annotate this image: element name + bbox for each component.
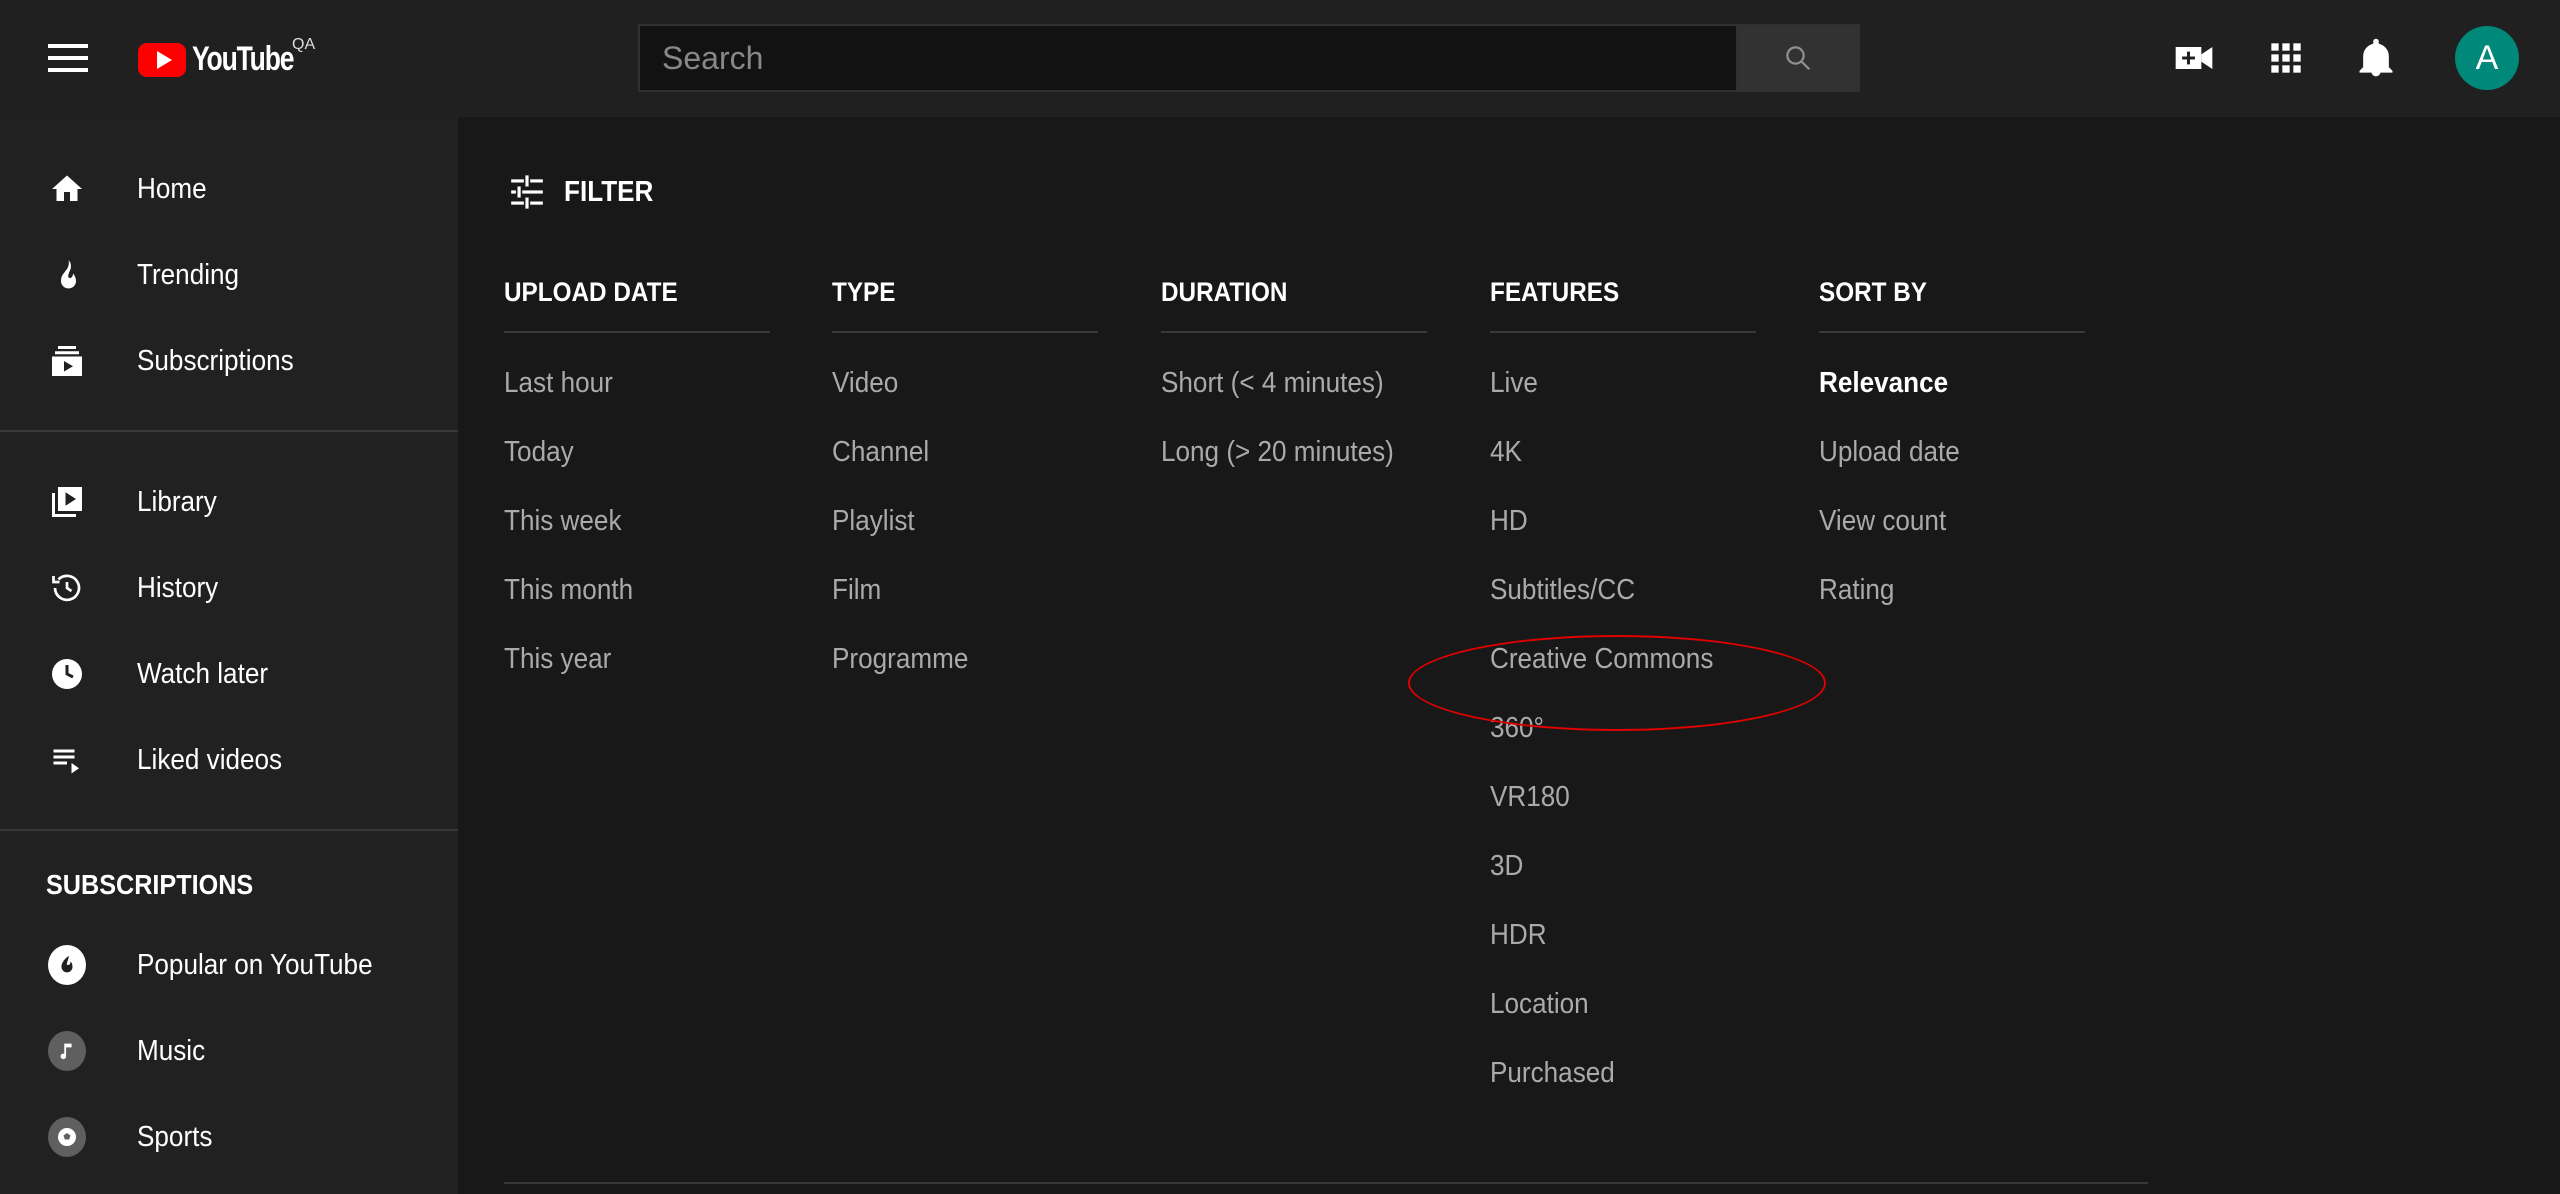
filter-option-creative-commons[interactable]: Creative Commons: [1490, 639, 1729, 708]
avatar[interactable]: A: [2455, 26, 2519, 90]
library-icon: [48, 483, 86, 521]
sidebar-item-home[interactable]: Home: [0, 147, 458, 231]
logo-badge: QA: [292, 36, 316, 53]
sidebar-item-label: Music: [137, 1034, 206, 1067]
filter-option-location[interactable]: Location: [1490, 984, 1729, 1053]
home-icon: [48, 170, 86, 208]
youtube-play-icon: [138, 42, 186, 77]
sidebar-item-label: Liked videos: [137, 743, 283, 776]
sidebar-item-popular[interactable]: Popular on YouTube: [0, 923, 458, 1007]
filter-option-live[interactable]: Live: [1490, 363, 1729, 432]
create-video-icon[interactable]: [2172, 36, 2216, 80]
sidebar-item-music[interactable]: Music: [0, 1009, 458, 1093]
filter-option-this-month[interactable]: This month: [504, 570, 743, 639]
sort-option-upload-date[interactable]: Upload date: [1819, 432, 2058, 501]
column-divider: [504, 331, 770, 333]
filter-option-last-hour[interactable]: Last hour: [504, 363, 743, 432]
filter-column-heading: FEATURES: [1490, 277, 1620, 307]
filter-option-short[interactable]: Short (< 4 minutes): [1161, 363, 1400, 432]
filter-option-this-year[interactable]: This year: [504, 639, 743, 708]
filter-option-hdr[interactable]: HDR: [1490, 915, 1729, 984]
sort-option-rating[interactable]: Rating: [1819, 570, 2058, 639]
filter-option-subtitles[interactable]: Subtitles/CC: [1490, 570, 1729, 639]
search-placeholder: Search: [662, 39, 764, 76]
subscriptions-icon: [48, 342, 86, 380]
masthead: YouTube QA Search A: [0, 0, 2560, 117]
search-filter-panel: FILTER UPLOAD DATE Last hour Today This …: [458, 117, 2560, 1194]
sidebar-item-library[interactable]: Library: [0, 460, 458, 544]
filter-option-today[interactable]: Today: [504, 432, 743, 501]
sidebar-item-trending[interactable]: Trending: [0, 233, 458, 317]
sports-icon: [48, 1117, 86, 1157]
filter-column-heading: UPLOAD DATE: [504, 277, 678, 307]
filter-option-vr180[interactable]: VR180: [1490, 777, 1729, 846]
column-divider: [1161, 331, 1427, 333]
sidebar-item-label: Home: [137, 172, 207, 205]
filter-column-heading: SORT BY: [1819, 277, 1928, 307]
apps-grid-icon[interactable]: [2264, 36, 2308, 80]
filter-column-type: TYPE Video Channel Playlist Film Program…: [832, 277, 1098, 708]
filter-option-programme[interactable]: Programme: [832, 639, 1071, 708]
search-button[interactable]: [1736, 24, 1860, 92]
filter-option-4k[interactable]: 4K: [1490, 432, 1729, 501]
filter-option-long[interactable]: Long (> 20 minutes): [1161, 432, 1400, 501]
filter-option-channel[interactable]: Channel: [832, 432, 1071, 501]
filter-option-hd[interactable]: HD: [1490, 501, 1729, 570]
filter-panel-bottom-divider: [504, 1182, 2148, 1184]
filter-label: FILTER: [564, 175, 654, 208]
sort-option-relevance[interactable]: Relevance: [1819, 363, 2058, 432]
history-icon: [48, 569, 86, 607]
filter-sliders-icon: [511, 175, 543, 209]
sidebar-item-label: Sports: [137, 1120, 213, 1153]
menu-icon[interactable]: [48, 44, 88, 74]
filter-column-features: FEATURES Live 4K HD Subtitles/CC Creativ…: [1490, 277, 1756, 1122]
sidebar: Home Trending Subscriptions Library Hist…: [0, 117, 458, 1194]
filter-option-360[interactable]: 360°: [1490, 708, 1729, 777]
filter-column-heading: DURATION: [1161, 277, 1288, 307]
music-icon: [48, 1031, 86, 1071]
notifications-bell-icon[interactable]: [2354, 36, 2398, 80]
avatar-letter: A: [2475, 38, 2499, 77]
filter-column-upload-date: UPLOAD DATE Last hour Today This week Th…: [504, 277, 770, 708]
filter-option-3d[interactable]: 3D: [1490, 846, 1729, 915]
filter-column-heading: TYPE: [832, 277, 896, 307]
column-divider: [832, 331, 1098, 333]
popular-icon: [48, 945, 86, 985]
sidebar-divider: [0, 829, 458, 831]
search-icon: [1786, 46, 1811, 71]
sidebar-item-watch-later[interactable]: Watch later: [0, 632, 458, 716]
filter-toggle-button[interactable]: FILTER: [508, 173, 663, 211]
youtube-logo[interactable]: YouTube QA: [138, 36, 322, 79]
clock-icon: [48, 655, 86, 693]
flame-icon: [48, 256, 86, 294]
filter-option-video[interactable]: Video: [832, 363, 1071, 432]
column-divider: [1819, 331, 2085, 333]
sidebar-item-label: Popular on YouTube: [137, 948, 373, 981]
sort-option-view-count[interactable]: View count: [1819, 501, 2058, 570]
logo-text: YouTube: [192, 40, 294, 78]
filter-column-sort-by: SORT BY Relevance Upload date View count…: [1819, 277, 2085, 639]
sidebar-item-label: Watch later: [137, 657, 269, 690]
filter-option-film[interactable]: Film: [832, 570, 1071, 639]
column-divider: [1490, 331, 1756, 333]
sidebar-item-label: Subscriptions: [137, 344, 294, 377]
filter-column-duration: DURATION Short (< 4 minutes) Long (> 20 …: [1161, 277, 1427, 501]
sidebar-item-liked-videos[interactable]: Liked videos: [0, 718, 458, 802]
filter-option-playlist[interactable]: Playlist: [832, 501, 1071, 570]
search-input[interactable]: Search: [638, 24, 1736, 92]
filter-option-this-week[interactable]: This week: [504, 501, 743, 570]
sidebar-divider: [0, 430, 458, 432]
sidebar-item-label: Library: [137, 485, 217, 518]
sidebar-item-subscriptions[interactable]: Subscriptions: [0, 319, 458, 403]
playlist-icon: [48, 741, 86, 779]
sidebar-item-sports[interactable]: Sports: [0, 1095, 458, 1179]
sidebar-item-history[interactable]: History: [0, 546, 458, 630]
subscriptions-heading: SUBSCRIPTIONS: [46, 869, 254, 900]
sidebar-item-label: Trending: [137, 258, 240, 291]
filter-option-purchased[interactable]: Purchased: [1490, 1053, 1729, 1122]
sidebar-item-label: History: [137, 571, 219, 604]
